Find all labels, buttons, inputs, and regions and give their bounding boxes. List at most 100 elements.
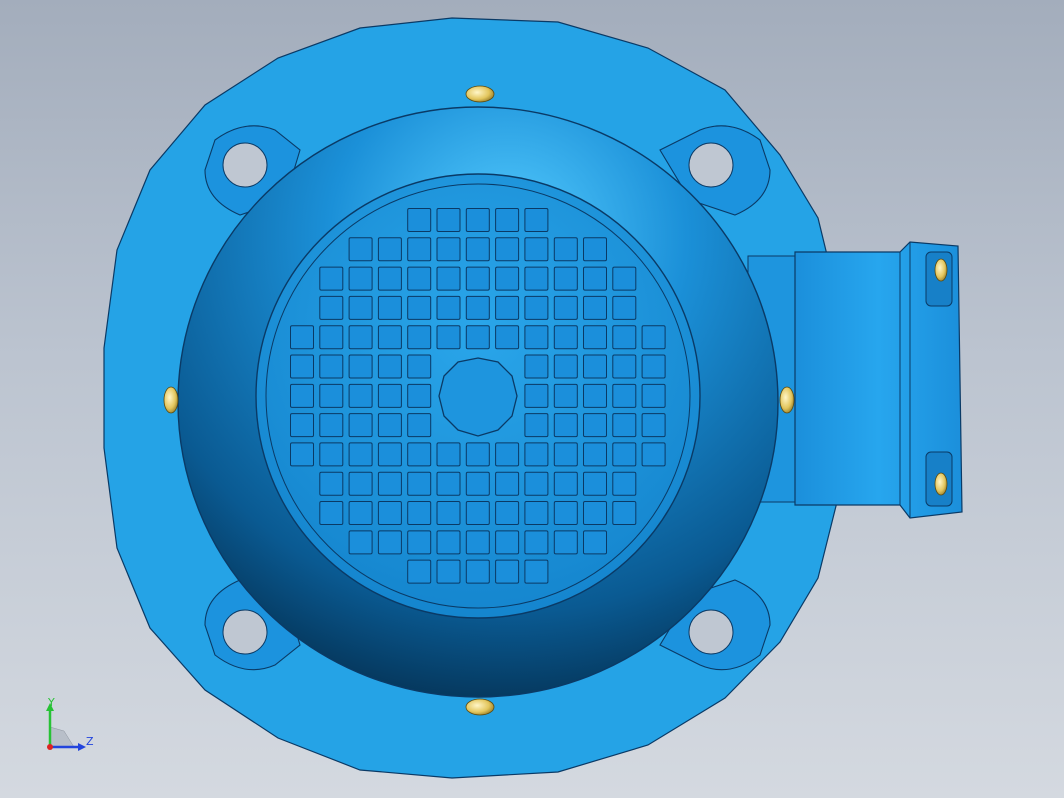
grille-slot bbox=[348, 266, 373, 291]
grille-slot bbox=[524, 354, 549, 379]
grille-slot bbox=[407, 383, 432, 408]
grille-slot bbox=[348, 383, 373, 408]
grille-slot bbox=[407, 413, 432, 438]
grille-slot bbox=[612, 383, 637, 408]
grille-slot bbox=[319, 295, 344, 320]
grille-slot bbox=[436, 442, 461, 467]
grille-slot bbox=[290, 413, 314, 438]
reference-triad: Y Z bbox=[46, 696, 94, 751]
grille-slot bbox=[495, 266, 520, 291]
grille-slot bbox=[583, 471, 607, 496]
grille-slot bbox=[407, 442, 432, 467]
grille-slot bbox=[583, 442, 607, 467]
grille-slot bbox=[348, 325, 373, 350]
grille-slot bbox=[348, 501, 373, 525]
grille-slot bbox=[641, 383, 666, 408]
grille-slot bbox=[465, 530, 490, 555]
grille-slot bbox=[553, 237, 578, 262]
grille-slot bbox=[495, 442, 520, 467]
grille-slot bbox=[377, 383, 402, 408]
grille-slot bbox=[407, 266, 432, 291]
grille-slot bbox=[436, 559, 461, 584]
grille-slot bbox=[319, 442, 344, 467]
grille-slot bbox=[290, 354, 314, 379]
grille-slot bbox=[465, 471, 490, 496]
motor-model[interactable] bbox=[0, 0, 1064, 798]
grille-slot bbox=[553, 530, 578, 555]
grille-slot bbox=[612, 295, 637, 320]
grille-slot bbox=[377, 295, 402, 320]
terminal-box[interactable] bbox=[747, 241, 963, 519]
z-axis-label: Z bbox=[86, 735, 94, 748]
grille-slot bbox=[407, 295, 432, 320]
grille-slot bbox=[495, 501, 520, 525]
grille-slot bbox=[348, 237, 373, 262]
grille-slot bbox=[641, 413, 666, 438]
grille-slot bbox=[553, 295, 578, 320]
grille-slot bbox=[436, 501, 461, 525]
grille-slot bbox=[407, 237, 432, 262]
grille-slot bbox=[524, 383, 549, 408]
grille-slot bbox=[465, 208, 490, 232]
grille-slot bbox=[377, 266, 402, 291]
grille-slot bbox=[319, 325, 344, 350]
grille-slot bbox=[319, 413, 344, 438]
grille-slot bbox=[348, 354, 373, 379]
grille-slot bbox=[465, 442, 490, 467]
grille-slot bbox=[612, 266, 637, 291]
grille-slot bbox=[524, 208, 549, 232]
grille-slot bbox=[524, 559, 549, 584]
grille-slot bbox=[290, 325, 314, 350]
x-axis-icon bbox=[47, 744, 53, 750]
grille-slot bbox=[612, 354, 637, 379]
grille-slot bbox=[583, 295, 607, 320]
grille-slot bbox=[407, 325, 432, 350]
grille-slot bbox=[583, 383, 607, 408]
grille-slot bbox=[407, 530, 432, 555]
grille-slot bbox=[553, 325, 578, 350]
grille-slot bbox=[495, 208, 520, 232]
grille-slot bbox=[319, 471, 344, 496]
grille-slot bbox=[436, 266, 461, 291]
grille-slot bbox=[612, 413, 637, 438]
grille-slot bbox=[348, 413, 373, 438]
grille-slot bbox=[407, 501, 432, 525]
y-axis-label: Y bbox=[47, 696, 55, 709]
grille-slot bbox=[465, 295, 490, 320]
grille-slot bbox=[465, 501, 490, 525]
cad-graphics-viewport[interactable]: Y Z bbox=[0, 0, 1064, 798]
grille-slot bbox=[319, 501, 344, 525]
grille-slot bbox=[436, 295, 461, 320]
grille-slot bbox=[583, 237, 607, 262]
grille-slot bbox=[319, 383, 344, 408]
grille-slot bbox=[553, 501, 578, 525]
grille-slot bbox=[407, 208, 432, 232]
grille-slot bbox=[377, 354, 402, 379]
grille-slot bbox=[319, 354, 344, 379]
grille-slot bbox=[524, 501, 549, 525]
grille-slot bbox=[524, 325, 549, 350]
grille-slot bbox=[465, 559, 490, 584]
grille-slot bbox=[495, 237, 520, 262]
grille-slot bbox=[524, 295, 549, 320]
grille-slot bbox=[583, 530, 607, 555]
grille-slot bbox=[553, 266, 578, 291]
grille-slot bbox=[553, 471, 578, 496]
grille-slot bbox=[612, 325, 637, 350]
grille-slot bbox=[641, 442, 666, 467]
grille-slot bbox=[583, 413, 607, 438]
grille-slot bbox=[290, 442, 314, 467]
grille-slot bbox=[348, 295, 373, 320]
grille-slot bbox=[495, 530, 520, 555]
grille-slot bbox=[612, 442, 637, 467]
grille-slot bbox=[524, 413, 549, 438]
grille-slot bbox=[465, 237, 490, 262]
grille-slot bbox=[583, 354, 607, 379]
grille-slot bbox=[377, 413, 402, 438]
grille-slot bbox=[641, 325, 666, 350]
grille-slot bbox=[524, 237, 549, 262]
grille-slot bbox=[612, 501, 637, 525]
grille-slot bbox=[436, 208, 461, 232]
grille-slot bbox=[377, 442, 402, 467]
grille-slot bbox=[524, 266, 549, 291]
